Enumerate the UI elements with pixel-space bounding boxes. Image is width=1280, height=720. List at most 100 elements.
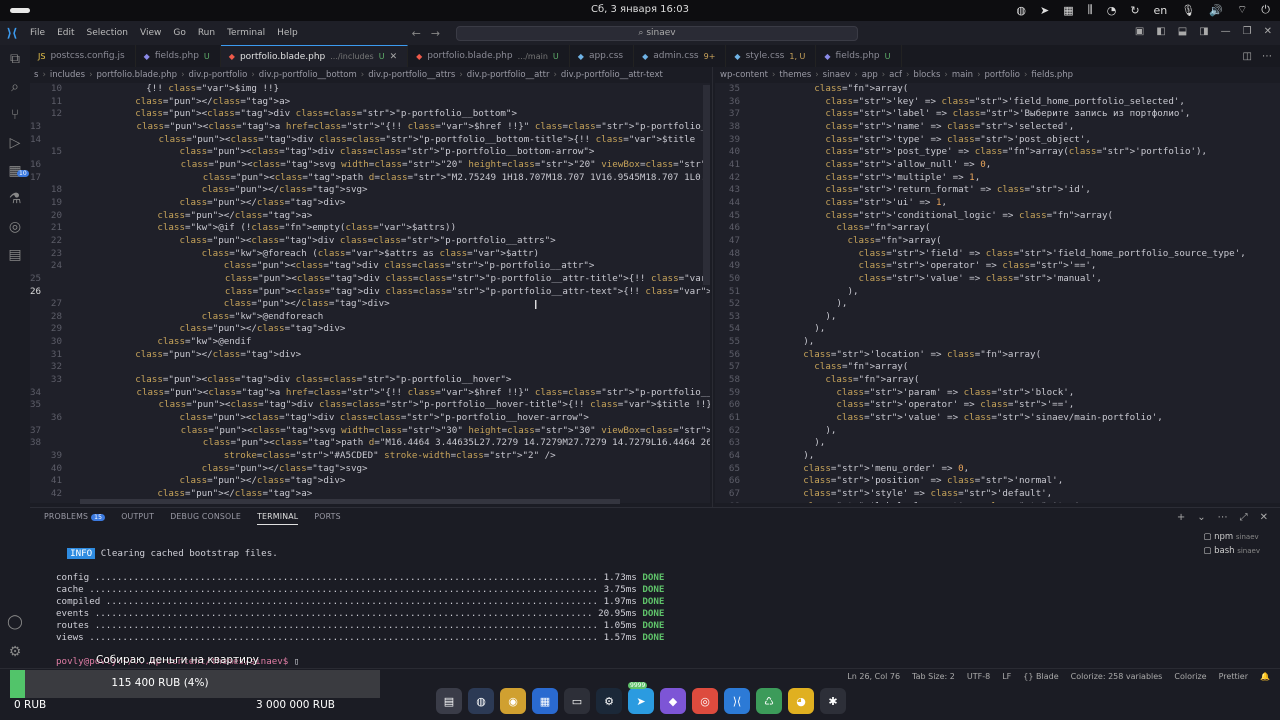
code-line[interactable]: 19 class="pun"></class="tag">div> (30, 197, 710, 210)
tab-problems[interactable]: PROBLEMS 15 (44, 512, 106, 525)
code-line[interactable]: 32 (30, 361, 710, 374)
menu-view[interactable]: View (134, 28, 167, 38)
code-line[interactable]: 27 class="pun"></class="tag">div> (30, 298, 710, 311)
tab-debug-console[interactable]: DEBUG CONSOLE (170, 512, 241, 525)
code-line[interactable]: 48 class="str">'field' => class="str">'f… (715, 248, 1280, 261)
code-line[interactable]: 64 ), (715, 450, 1280, 463)
breadcrumb-item[interactable]: app (862, 70, 878, 80)
code-line[interactable]: 41 class="pun"></class="tag">div> (30, 475, 710, 488)
editor-left[interactable]: 10 {!! class="var">$img !!} 11 class="pun… (30, 83, 710, 503)
code-line[interactable]: 35 class="pun"><class="tag">div class=cl… (30, 399, 710, 412)
store-icon[interactable]: ▦ (532, 688, 558, 714)
code-line[interactable]: 26 class="pun"><class="tag">div class=cl… (30, 286, 710, 299)
code-line[interactable]: 28 class="kw">@endforeach (30, 311, 710, 324)
code-line[interactable]: 43 class="str">'return_format' => class=… (715, 184, 1280, 197)
code-line[interactable]: 39 class="str">'type' => class="str">'po… (715, 134, 1280, 147)
breadcrumb-item[interactable]: sinaev (823, 70, 851, 80)
mic-icon[interactable]: 🎙 (1181, 4, 1195, 17)
menu-file[interactable]: File (24, 28, 51, 38)
code-line[interactable]: 60 class="str">'operator' => class="str"… (715, 399, 1280, 412)
steam-icon[interactable]: ⚙ (596, 688, 622, 714)
code-line[interactable]: 55 ), (715, 336, 1280, 349)
code-line[interactable]: 65 class="str">'menu_order' => 0, (715, 463, 1280, 476)
command-center-search[interactable]: ⌕ sinaev (456, 26, 858, 41)
breadcrumb-item[interactable]: div.p-portfolio__attr-text (561, 70, 663, 80)
code-line[interactable]: 18 class="pun"></class="tag">svg> (30, 184, 710, 197)
code-line[interactable]: 40 class="pun"></class="tag">svg> (30, 463, 710, 476)
panel-toggle-icon[interactable]: ⬓ (1178, 26, 1187, 37)
code-line[interactable]: 57 class="fn">array( (715, 361, 1280, 374)
code-line[interactable]: 20 class="pun"></class="tag">a> (30, 210, 710, 223)
sidebar-toggle-icon[interactable]: ◧ (1156, 26, 1165, 37)
code-line[interactable]: 63 ), (715, 437, 1280, 450)
tab-3[interactable]: ◆ portfolio.blade.php .../main U (408, 45, 570, 67)
explorer-icon[interactable]: ⧉ (0, 51, 30, 67)
testing-icon[interactable]: ⚗ (0, 191, 30, 207)
code-line[interactable]: 58 class="fn">array( (715, 374, 1280, 387)
code-line[interactable]: 49 class="str">'operator' => class="str"… (715, 260, 1280, 273)
tab-5[interactable]: ◆ admin.css 9+ (634, 45, 727, 67)
code-line[interactable]: 36 class="str">'key' => class="str">'fie… (715, 96, 1280, 109)
new-terminal-icon[interactable]: + (1177, 512, 1185, 523)
code-line[interactable]: 24 class="pun"><class="tag">div class=cl… (30, 260, 710, 273)
breadcrumb-item[interactable]: fields.php (1031, 70, 1073, 80)
code-line[interactable]: 61 class="str">'value' => class="str">'s… (715, 412, 1280, 425)
code-line[interactable]: 39 stroke=class="str">"#A5CDED" stroke-w… (30, 450, 710, 463)
sync-tray-icon[interactable]: ↻ (1130, 4, 1139, 17)
code-line[interactable]: 22 class="pun"><class="tag">div class=cl… (30, 235, 710, 248)
layout-icon[interactable]: ▣ (1135, 26, 1144, 37)
music-icon[interactable]: ◉ (500, 688, 526, 714)
tab-output[interactable]: OUTPUT (121, 512, 154, 525)
code-line[interactable]: 40 class="str">'post_type' => class="fn"… (715, 146, 1280, 159)
restore-icon[interactable]: ❐ (1243, 26, 1252, 37)
editor-horizontal-scrollbar[interactable] (80, 499, 620, 504)
wifi-icon[interactable]: ⌔ (1237, 3, 1247, 17)
tab-2[interactable]: ◆ portfolio.blade.php .../includes U ✕ (220, 45, 409, 67)
code-line[interactable]: 46 class="fn">array( (715, 222, 1280, 235)
code-line[interactable]: 44 class="str">'ui' => 1, (715, 197, 1280, 210)
code-line[interactable]: 66 class="str">'position' => class="str"… (715, 475, 1280, 488)
app-tray-icon[interactable]: ◍ (1016, 4, 1026, 17)
code-line[interactable]: 42 class="str">'multiple' => 1, (715, 172, 1280, 185)
code-line[interactable]: 38 class="pun"><class="tag">path d="M16.… (30, 437, 710, 450)
tab-terminal[interactable]: TERMINAL (257, 512, 299, 525)
code-line[interactable]: 47 class="fn">array( (715, 235, 1280, 248)
breadcrumb-item[interactable]: s (34, 70, 38, 80)
breadcrumb-item[interactable]: div.p-portfolio__bottom (259, 70, 357, 80)
code-line[interactable]: 67 class="str">'style' => class="str">'d… (715, 488, 1280, 501)
terminal-icon[interactable]: ▭ (564, 688, 590, 714)
breadcrumb-item[interactable]: includes (50, 70, 85, 80)
workspace-indicator[interactable] (10, 8, 30, 13)
menu-help[interactable]: Help (271, 28, 304, 38)
menu-edit[interactable]: Edit (51, 28, 80, 38)
code-line[interactable]: 37 class="str">'label' => class="str">'В… (715, 108, 1280, 121)
tab-7[interactable]: ◆ fields.php U (816, 45, 902, 67)
account-icon[interactable]: ◯ (0, 614, 30, 630)
more-icon[interactable]: ⋯ (1218, 512, 1228, 523)
code-line[interactable]: 68 class="str">'label_placement' => clas… (715, 501, 1280, 503)
editor-right[interactable]: 35 class="fn">array(36 class="str">'key'… (715, 83, 1280, 503)
tab-1[interactable]: ◆ fields.php U (136, 45, 221, 67)
close-tab-icon[interactable]: ✕ (390, 52, 398, 62)
obsidian-icon[interactable]: ◆ (660, 688, 686, 714)
tab-ports[interactable]: PORTS (314, 512, 340, 525)
apps-icon[interactable]: ✱ (820, 688, 846, 714)
editor-scrollbar[interactable] (703, 85, 710, 285)
code-line[interactable]: 50 class="str">'value' => class="str">'m… (715, 273, 1280, 286)
status-item[interactable]: Ln 26, Col 76 (847, 672, 900, 681)
discord-tray-icon[interactable]: ◔ (1107, 4, 1117, 17)
sliders-tray-icon[interactable]: ⫼ (1088, 3, 1093, 17)
grid-tray-icon[interactable]: ▦ (1063, 4, 1073, 17)
code-line[interactable]: 54 ), (715, 323, 1280, 336)
minimize-icon[interactable]: — (1221, 26, 1231, 37)
terminal-instance[interactable]: ▢ npm sinaev (1203, 530, 1260, 544)
close-icon[interactable]: ✕ (1264, 26, 1272, 37)
code-line[interactable]: 29 class="pun"></class="tag">div> (30, 323, 710, 336)
breadcrumb-item[interactable]: themes (779, 70, 811, 80)
more-actions-icon[interactable]: ⋯ (1262, 51, 1272, 62)
telegram-icon[interactable]: ➤ 9999 (628, 682, 654, 714)
code-line[interactable]: 21 class="kw">@if (!class="fn">empty(cla… (30, 222, 710, 235)
tab-6[interactable]: ◆ style.css 1, U (726, 45, 817, 67)
language-indicator[interactable]: en (1154, 4, 1168, 17)
maximize-panel-icon[interactable]: ⤢ (1240, 512, 1248, 523)
